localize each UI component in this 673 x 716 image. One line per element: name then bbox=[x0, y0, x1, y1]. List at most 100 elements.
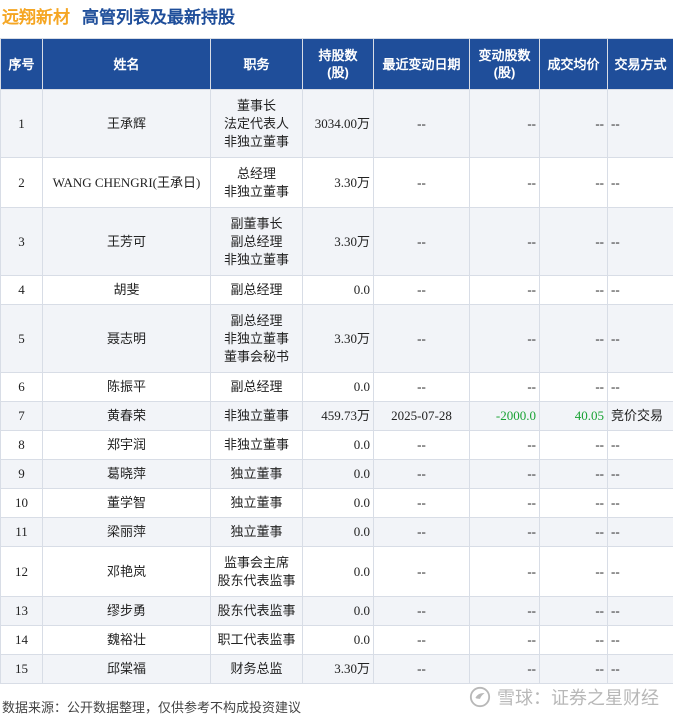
avg-price: -- bbox=[540, 158, 608, 208]
shares-changed: -2000.0 bbox=[470, 402, 540, 431]
position-line: 非独立董事 bbox=[214, 183, 299, 201]
shares-changed: -- bbox=[470, 208, 540, 276]
position-cell: 副总经理 bbox=[211, 373, 303, 402]
column-header: 序号 bbox=[1, 39, 43, 90]
executive-name: 郑宇润 bbox=[43, 431, 211, 460]
executive-name: 葛晓萍 bbox=[43, 460, 211, 489]
row-index: 6 bbox=[1, 373, 43, 402]
row-index: 13 bbox=[1, 597, 43, 626]
row-index: 3 bbox=[1, 208, 43, 276]
position-cell: 董事长法定代表人非独立董事 bbox=[211, 90, 303, 158]
table-row: 3王芳可副董事长副总经理非独立董事3.30万-------- bbox=[1, 208, 673, 276]
trade-method: -- bbox=[608, 373, 673, 402]
position-line: 监事会主席 bbox=[214, 554, 299, 572]
position-cell: 独立董事 bbox=[211, 489, 303, 518]
shares-held: 0.0 bbox=[303, 460, 374, 489]
shares-changed: -- bbox=[470, 431, 540, 460]
change-date: -- bbox=[374, 208, 470, 276]
trade-method: -- bbox=[608, 208, 673, 276]
executive-name: 王承辉 bbox=[43, 90, 211, 158]
position-line: 非独立董事 bbox=[214, 436, 299, 454]
avg-price: -- bbox=[540, 305, 608, 373]
position-line: 独立董事 bbox=[214, 523, 299, 541]
avg-price: -- bbox=[540, 597, 608, 626]
shares-held: 0.0 bbox=[303, 626, 374, 655]
change-date: -- bbox=[374, 276, 470, 305]
shares-changed: -- bbox=[470, 518, 540, 547]
executive-name: WANG CHENGRI(王承日) bbox=[43, 158, 211, 208]
position-line: 副董事长 bbox=[214, 215, 299, 233]
avg-price: -- bbox=[540, 373, 608, 402]
position-line: 非独立董事 bbox=[214, 251, 299, 269]
position-line: 独立董事 bbox=[214, 494, 299, 512]
shares-held: 0.0 bbox=[303, 597, 374, 626]
shares-changed: -- bbox=[470, 547, 540, 597]
position-cell: 总经理非独立董事 bbox=[211, 158, 303, 208]
position-line: 副总经理 bbox=[214, 378, 299, 396]
trade-method: -- bbox=[608, 158, 673, 208]
snowball-icon bbox=[469, 686, 491, 708]
shares-held: 3.30万 bbox=[303, 208, 374, 276]
change-date: -- bbox=[374, 655, 470, 684]
row-index: 10 bbox=[1, 489, 43, 518]
shares-held: 3.30万 bbox=[303, 158, 374, 208]
table-row: 7黄春荣非独立董事459.73万2025-07-28-2000.040.05竞价… bbox=[1, 402, 673, 431]
table-row: 14魏裕壮职工代表监事0.0-------- bbox=[1, 626, 673, 655]
executive-name: 胡斐 bbox=[43, 276, 211, 305]
shares-held: 0.0 bbox=[303, 276, 374, 305]
avg-price: -- bbox=[540, 90, 608, 158]
trade-method: -- bbox=[608, 489, 673, 518]
shares-held: 0.0 bbox=[303, 431, 374, 460]
avg-price: -- bbox=[540, 489, 608, 518]
row-index: 14 bbox=[1, 626, 43, 655]
position-cell: 职工代表监事 bbox=[211, 626, 303, 655]
change-date: -- bbox=[374, 158, 470, 208]
position-line: 董事长 bbox=[214, 97, 299, 115]
executive-name: 邱棠福 bbox=[43, 655, 211, 684]
avg-price: -- bbox=[540, 547, 608, 597]
position-line: 总经理 bbox=[214, 165, 299, 183]
row-index: 4 bbox=[1, 276, 43, 305]
shares-changed: -- bbox=[470, 305, 540, 373]
company-name: 远翔新材 bbox=[2, 3, 70, 28]
shares-changed: -- bbox=[470, 276, 540, 305]
column-header: 成交均价 bbox=[540, 39, 608, 90]
avg-price: -- bbox=[540, 460, 608, 489]
table-row: 12邓艳岚监事会主席股东代表监事0.0-------- bbox=[1, 547, 673, 597]
shares-held: 3.30万 bbox=[303, 305, 374, 373]
brand-mark: 雪球：证券之星财经 bbox=[469, 684, 659, 710]
shares-changed: -- bbox=[470, 90, 540, 158]
table-row: 15邱棠福财务总监3.30万-------- bbox=[1, 655, 673, 684]
position-line: 职工代表监事 bbox=[214, 631, 299, 649]
avg-price: -- bbox=[540, 655, 608, 684]
avg-price: -- bbox=[540, 431, 608, 460]
position-cell: 副总经理非独立董事董事会秘书 bbox=[211, 305, 303, 373]
change-date: -- bbox=[374, 547, 470, 597]
table-row: 13缪步勇股东代表监事0.0-------- bbox=[1, 597, 673, 626]
page-header: 远翔新材 高管列表及最新持股 bbox=[0, 0, 673, 30]
trade-method: -- bbox=[608, 547, 673, 597]
position-line: 副总经理 bbox=[214, 281, 299, 299]
change-date: -- bbox=[374, 373, 470, 402]
row-index: 2 bbox=[1, 158, 43, 208]
avg-price: -- bbox=[540, 276, 608, 305]
shares-changed: -- bbox=[470, 655, 540, 684]
executive-name: 董学智 bbox=[43, 489, 211, 518]
row-index: 12 bbox=[1, 547, 43, 597]
position-line: 非独立董事 bbox=[214, 330, 299, 348]
table-row: 6陈振平副总经理0.0-------- bbox=[1, 373, 673, 402]
shares-held: 3034.00万 bbox=[303, 90, 374, 158]
position-line: 财务总监 bbox=[214, 660, 299, 678]
row-index: 15 bbox=[1, 655, 43, 684]
change-date: -- bbox=[374, 90, 470, 158]
position-cell: 监事会主席股东代表监事 bbox=[211, 547, 303, 597]
column-header: 持股数(股) bbox=[303, 39, 374, 90]
column-header: 变动股数(股) bbox=[470, 39, 540, 90]
row-index: 7 bbox=[1, 402, 43, 431]
shares-held: 0.0 bbox=[303, 489, 374, 518]
table-header-row: 序号姓名职务持股数(股)最近变动日期变动股数(股)成交均价交易方式 bbox=[1, 39, 673, 90]
position-cell: 副总经理 bbox=[211, 276, 303, 305]
brand-text: 雪球：证券之星财经 bbox=[497, 684, 659, 710]
column-header: 交易方式 bbox=[608, 39, 673, 90]
trade-method: -- bbox=[608, 518, 673, 547]
